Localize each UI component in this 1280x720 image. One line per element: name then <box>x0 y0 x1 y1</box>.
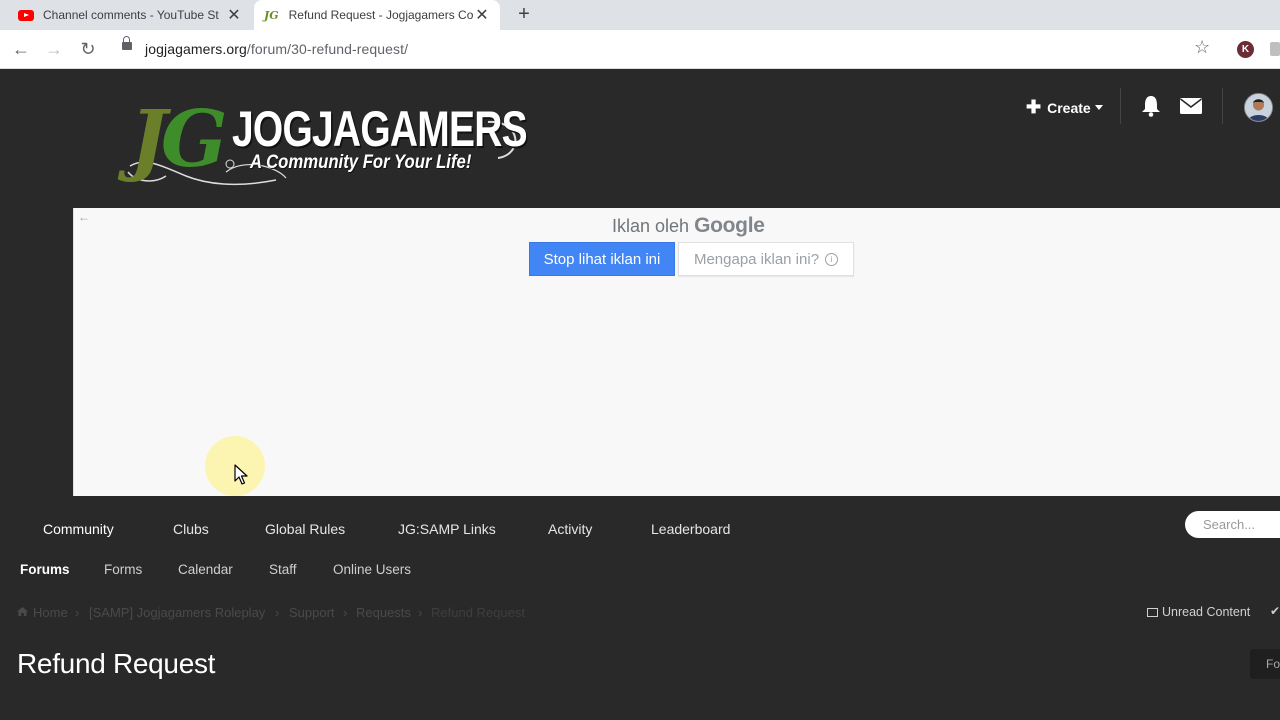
browser-tab-refund-request[interactable]: JG Refund Request - Jogjagamers Co ✕ <box>254 0 500 30</box>
youtube-icon <box>18 9 34 21</box>
breadcrumb-home[interactable]: Home <box>33 605 68 620</box>
logo-monogram: JG <box>130 94 227 185</box>
address-bar[interactable]: jogjagamers.org/forum/30-refund-request/ <box>145 41 408 57</box>
create-button[interactable]: ✚ Create <box>1026 97 1103 118</box>
plus-icon: ✚ <box>1026 97 1042 117</box>
bookmark-star-icon[interactable]: ☆ <box>1194 37 1210 58</box>
breadcrumb-current: Refund Request <box>431 605 525 620</box>
breadcrumb-samp-roleplay[interactable]: [SAMP] Jogjagamers Roleplay <box>89 605 265 620</box>
mail-icon[interactable] <box>1180 98 1202 114</box>
logo-name: JOGJAGAMERS <box>232 101 528 157</box>
ad-label-prefix: Iklan oleh <box>612 216 690 236</box>
unread-content-link[interactable]: Unread Content <box>1147 605 1250 619</box>
subnav-staff[interactable]: Staff <box>269 562 297 577</box>
reload-icon[interactable]: ↻ <box>77 38 99 60</box>
nav-jg-samp-links[interactable]: JG:SAMP Links <box>398 521 496 537</box>
stop-seeing-ad-button[interactable]: Stop lihat iklan ini <box>529 242 675 276</box>
subnav-forms[interactable]: Forms <box>104 562 142 577</box>
site-logo[interactable]: JG JOGJAGAMERS A Community For Your Life… <box>126 94 528 186</box>
nav-clubs[interactable]: Clubs <box>173 521 209 537</box>
nav-activity[interactable]: Activity <box>548 521 592 537</box>
tab-title: Channel comments - YouTube St <box>43 8 219 22</box>
home-icon <box>17 607 28 616</box>
ad-back-arrow-icon[interactable]: ← <box>78 210 90 224</box>
bell-icon[interactable] <box>1141 95 1161 117</box>
why-this-ad-label: Mengapa iklan ini? <box>693 250 820 268</box>
lock-icon <box>122 36 132 50</box>
unread-content-label: Unread Content <box>1162 605 1251 619</box>
subnav-forums[interactable]: Forums <box>20 562 70 577</box>
logo-tagline: A Community For Your Life! <box>250 152 472 173</box>
avatar-person-icon <box>1245 94 1272 121</box>
why-this-ad-button[interactable]: Mengapa iklan ini? i <box>678 242 854 276</box>
tab-title: Refund Request - Jogjagamers Co <box>288 8 474 22</box>
divider <box>1222 88 1223 124</box>
newspaper-icon <box>1147 607 1158 617</box>
browser-tab-youtube[interactable]: Channel comments - YouTube St ✕ <box>8 0 252 30</box>
follow-button[interactable]: Fo <box>1250 649 1280 679</box>
ad-label-brand: Google <box>694 214 765 237</box>
user-avatar[interactable] <box>1244 93 1273 122</box>
ad-attribution: Iklan oleh Google <box>612 214 765 238</box>
jg-icon: JG <box>264 8 279 22</box>
search-input[interactable]: Search... <box>1185 511 1280 538</box>
browser-profile-avatar[interactable]: K <box>1237 41 1254 58</box>
close-icon[interactable]: ✕ <box>226 5 242 25</box>
info-icon: i <box>825 252 839 266</box>
check-icon[interactable]: ✔ <box>1270 604 1280 618</box>
breadcrumb-support[interactable]: Support <box>289 605 335 620</box>
nav-leaderboard[interactable]: Leaderboard <box>651 521 730 537</box>
new-tab-button[interactable]: + <box>512 3 536 27</box>
url-path: /forum/30-refund-request/ <box>246 41 409 57</box>
create-label: Create <box>1047 99 1091 116</box>
breadcrumb-separator-icon: › <box>275 605 280 620</box>
nav-global-rules[interactable]: Global Rules <box>265 521 345 537</box>
nav-community[interactable]: Community <box>43 521 114 537</box>
extension-icon[interactable] <box>1270 42 1280 56</box>
mouse-cursor-icon <box>234 464 248 485</box>
forward-icon[interactable]: → <box>43 38 65 60</box>
divider <box>1120 88 1121 124</box>
back-icon[interactable]: ← <box>10 38 32 60</box>
close-icon[interactable]: ✕ <box>474 5 490 25</box>
subnav-calendar[interactable]: Calendar <box>178 562 233 577</box>
breadcrumb-separator-icon: › <box>343 605 348 620</box>
caret-down-icon <box>1094 105 1103 110</box>
breadcrumb-separator-icon: › <box>418 605 423 620</box>
breadcrumb-requests[interactable]: Requests <box>356 605 411 620</box>
url-host: jogjagamers.org <box>145 41 247 57</box>
subnav-online-users[interactable]: Online Users <box>333 562 411 577</box>
breadcrumb-separator-icon: › <box>75 605 80 620</box>
page-title: Refund Request <box>17 648 216 679</box>
